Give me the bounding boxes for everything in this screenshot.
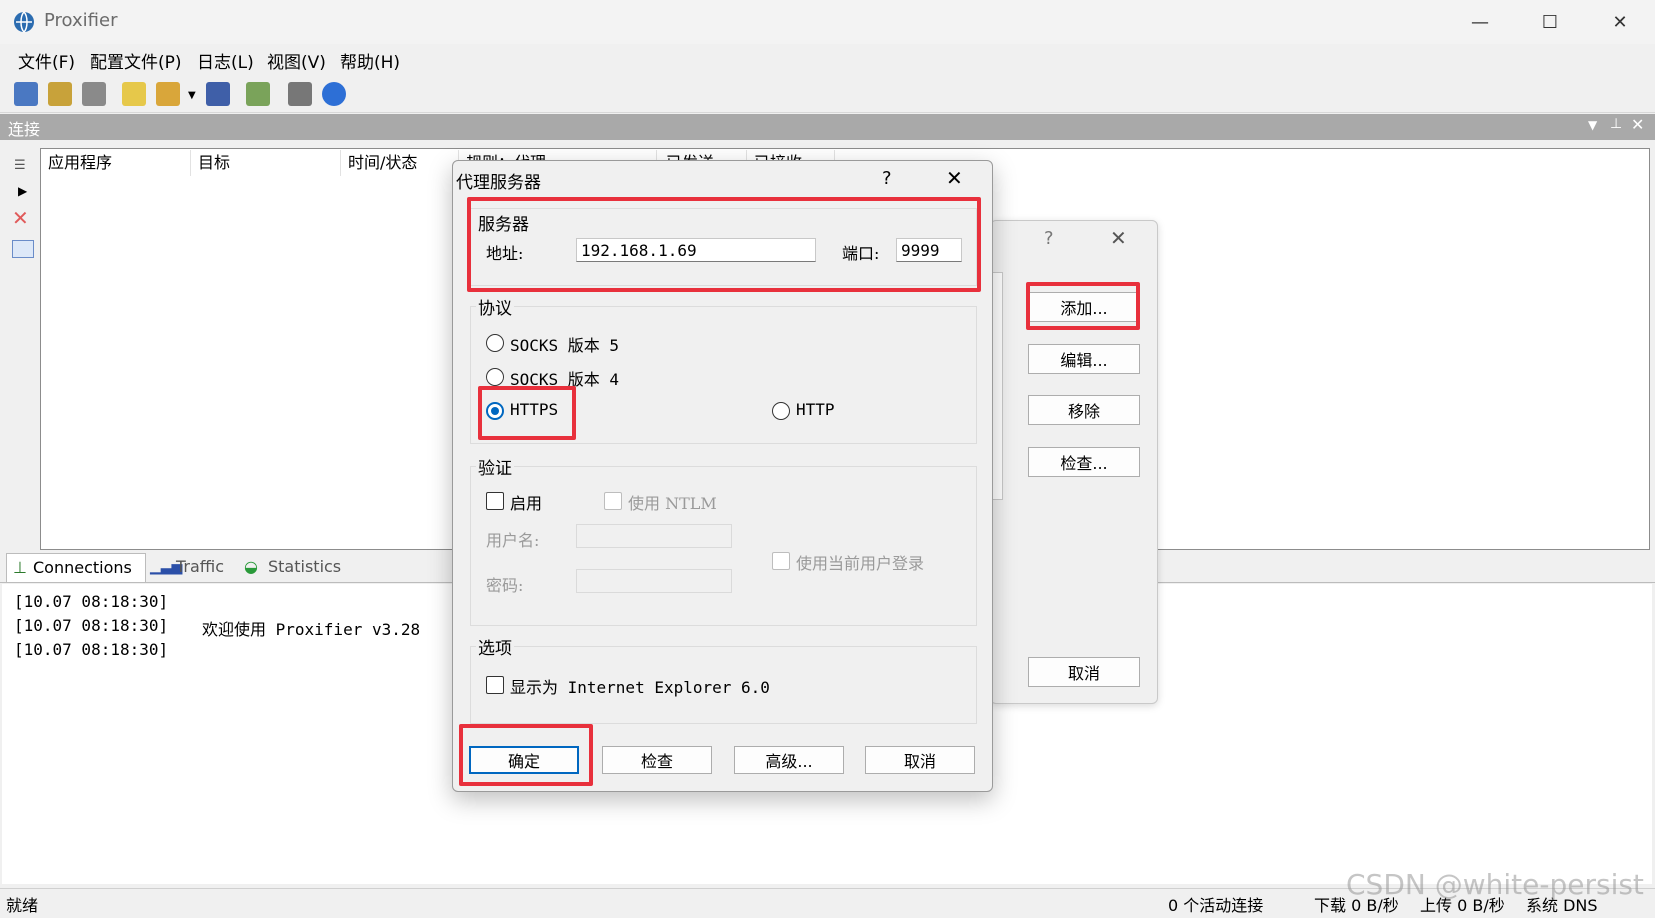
panel-menu-icon[interactable]: ▼: [1588, 118, 1597, 132]
dropdown-arrow-icon[interactable]: ▼: [188, 90, 196, 101]
column-header-application[interactable]: 应用程序: [42, 150, 191, 176]
bg-dialog-close-button[interactable]: ✕: [1110, 226, 1127, 250]
current-user-checkbox[interactable]: [772, 552, 790, 570]
options-group-label: 选项: [476, 634, 514, 659]
highlight-box: [478, 386, 576, 440]
menu-profile[interactable]: 配置文件(P): [90, 48, 182, 73]
log-time: [10.07 08:18:30]: [14, 616, 169, 635]
ntlm-checkbox[interactable]: [604, 492, 622, 510]
dialog-close-button[interactable]: ✕: [946, 166, 963, 190]
tab-statistics[interactable]: ◒ Statistics: [242, 553, 352, 581]
menu-help[interactable]: 帮助(H): [340, 48, 400, 73]
edit-proxy-button[interactable]: 编辑...: [1028, 344, 1140, 374]
window-title: Proxifier: [44, 10, 118, 31]
socks5-label: SOCKS 版本 5: [510, 336, 620, 355]
http-label: HTTP: [796, 400, 835, 419]
expand-arrow-icon[interactable]: ▶: [18, 184, 27, 198]
new-profile-icon[interactable]: [122, 82, 146, 106]
protocol-group-label: 协议: [476, 294, 514, 319]
tab-traffic[interactable]: ▁▃▅ Traffic: [150, 553, 234, 581]
socks5-radio[interactable]: [486, 334, 504, 352]
panel-close-icon[interactable]: ✕: [1631, 115, 1644, 134]
ie-label: 显示为 Internet Explorer 6.0: [510, 678, 770, 697]
highlight-box: [1026, 282, 1140, 330]
proxification-rules-icon[interactable]: [48, 82, 72, 106]
pin-icon[interactable]: ⊥: [1610, 116, 1622, 132]
bg-dialog-help-button[interactable]: ?: [1044, 228, 1054, 249]
http-radio[interactable]: [772, 402, 790, 420]
check-button[interactable]: 检查: [602, 746, 712, 774]
title-bar: [0, 0, 1655, 45]
highlight-box: [467, 197, 981, 292]
auth-group-label: 验证: [476, 454, 514, 479]
status-ready: 就绪: [6, 896, 39, 915]
connections-panel-title: 连接: [8, 120, 41, 139]
ntlm-label: 使用 NTLM: [628, 494, 717, 513]
log-time: [10.07 08:18:30]: [14, 640, 169, 659]
enable-auth-label: 启用: [510, 494, 543, 513]
socks4-radio[interactable]: [486, 368, 504, 386]
bg-cancel-button[interactable]: 取消: [1028, 657, 1140, 687]
cancel-button[interactable]: 取消: [865, 746, 975, 774]
list-view-icon[interactable]: ☰: [14, 158, 26, 173]
highlight-box: [459, 724, 593, 786]
dialog-title: 代理服务器: [456, 173, 541, 193]
proxifier-logo-icon: [14, 11, 34, 33]
ie-checkbox[interactable]: [486, 676, 504, 694]
menu-view[interactable]: 视图(V): [267, 48, 326, 73]
maximize-button[interactable]: ☐: [1515, 0, 1585, 44]
status-active-connections: 0 个活动连接: [1168, 896, 1264, 915]
menu-log[interactable]: 日志(L): [197, 48, 254, 73]
username-label: 用户名:: [486, 531, 540, 550]
close-button[interactable]: ✕: [1585, 0, 1655, 44]
save-profile-icon[interactable]: [206, 82, 230, 106]
log-settings-icon[interactable]: [246, 82, 270, 106]
proxy-servers-icon[interactable]: [14, 82, 38, 106]
open-profile-icon[interactable]: [156, 82, 180, 106]
tab-connections[interactable]: ⊥ Connections: [6, 553, 146, 582]
column-header-time-status[interactable]: 时间/状态: [342, 150, 459, 176]
connections-panel-header: [0, 114, 1655, 140]
watermark: CSDN @white-persist: [1346, 868, 1644, 901]
menu-file[interactable]: 文件(F): [18, 48, 75, 73]
current-user-label: 使用当前用户登录: [796, 554, 925, 573]
dialog-help-button[interactable]: ?: [882, 168, 892, 189]
check-proxy-button[interactable]: 检查...: [1028, 447, 1140, 477]
tab-statistics-label: Statistics: [268, 557, 342, 576]
enable-auth-checkbox[interactable]: [486, 492, 504, 510]
remove-proxy-button[interactable]: 移除: [1028, 395, 1140, 425]
advanced-button[interactable]: 高级...: [734, 746, 844, 774]
password-input[interactable]: [576, 569, 732, 593]
log-time: [10.07 08:18:30]: [14, 592, 169, 611]
side-toolbar: [0, 142, 38, 550]
connections-tab-icon: ⊥: [13, 558, 27, 577]
username-input[interactable]: [576, 524, 732, 548]
help-icon[interactable]: [322, 82, 346, 106]
tab-traffic-label: Traffic: [176, 557, 225, 576]
password-label: 密码:: [486, 576, 524, 595]
name-resolution-icon[interactable]: [82, 82, 106, 106]
column-header-target[interactable]: 目标: [192, 150, 341, 176]
log-message: 欢迎使用 Proxifier v3.28: [202, 620, 421, 639]
clear-connections-icon[interactable]: [12, 240, 34, 258]
minimize-button[interactable]: —: [1445, 0, 1515, 44]
close-connection-icon[interactable]: ✕: [12, 206, 29, 230]
print-icon[interactable]: [288, 82, 312, 106]
tab-connections-label: Connections: [33, 558, 132, 577]
statistics-tab-icon: ◒: [244, 557, 258, 576]
